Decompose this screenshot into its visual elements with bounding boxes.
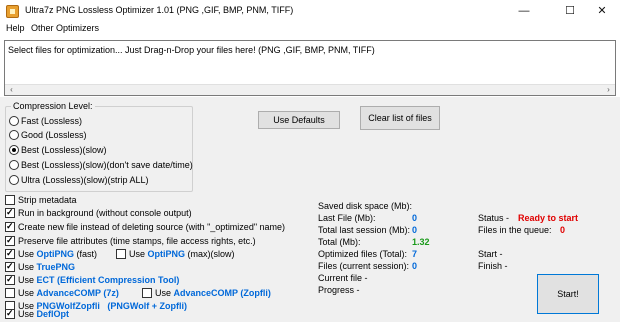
optimized-files-label: Optimized files (Total):: [318, 249, 408, 259]
tool-name: TruePNG: [36, 262, 76, 272]
clear-list-button[interactable]: Clear list of files: [360, 106, 440, 130]
ect-option[interactable]: Use ECT (Efficient Compression Tool): [5, 274, 179, 286]
radio-label: Best (Lossless)(slow)(don't save date/ti…: [21, 159, 193, 170]
checkbox-checked[interactable]: [5, 274, 15, 285]
status-label: Status -: [478, 213, 510, 223]
use-label: Use: [18, 275, 35, 285]
option-label: Strip metadata: [18, 195, 77, 205]
radio-label: Ultra (Lossless)(slow)(strip ALL): [21, 174, 149, 185]
start-button[interactable]: Start!: [537, 274, 599, 314]
optipng-max-option[interactable]: Use OptiPNG (max)(slow): [116, 248, 235, 260]
option-label: Run in background (without console outpu…: [18, 208, 192, 218]
tool-suffix: (fast): [76, 249, 98, 259]
radio-label: Fast (Lossless): [21, 115, 83, 126]
menu-other-optimizers[interactable]: Other Optimizers: [31, 23, 99, 33]
deflopt-option[interactable]: Use DeflOpt: [5, 308, 69, 320]
radio-fast[interactable]: Fast (Lossless): [9, 114, 82, 127]
last-file-value: 0: [412, 213, 418, 223]
use-label: Use: [129, 249, 146, 259]
checkbox-checked[interactable]: [5, 248, 15, 259]
use-label: Use: [18, 262, 35, 272]
strip-metadata-option[interactable]: Strip metadata: [5, 194, 77, 206]
window-title: Ultra7z PNG Lossless Optimizer 1.01 (PNG…: [25, 5, 294, 15]
scroll-right-icon[interactable]: ›: [603, 85, 614, 95]
checkbox[interactable]: [5, 288, 15, 298]
run-background-option[interactable]: Run in background (without console outpu…: [5, 207, 192, 219]
truepng-option[interactable]: Use TruePNG: [5, 261, 75, 273]
total-label: Total (Mb):: [318, 237, 361, 247]
total-value: 1.32: [412, 237, 430, 247]
radio-button[interactable]: [9, 129, 19, 140]
menu-bar: Help Other Optimizers: [0, 22, 620, 37]
drop-instructions: Select files for optimization... Just Dr…: [8, 45, 375, 55]
optimized-files-value: 7: [412, 249, 418, 259]
saved-space-label: Saved disk space (Mb):: [318, 201, 413, 211]
tool-name: AdvanceCOMP (7z): [36, 288, 119, 298]
use-label: Use: [18, 309, 35, 319]
radio-good[interactable]: Good (Lossless): [9, 128, 87, 141]
tool-name: OptiPNG: [147, 249, 186, 259]
radio-button[interactable]: [9, 174, 19, 185]
close-button[interactable]: ✕: [584, 0, 620, 22]
current-file-label: Current file -: [318, 273, 368, 283]
tool-name: OptiPNG: [36, 249, 75, 259]
radio-best-no-date[interactable]: Best (Lossless)(slow)(don't save date/ti…: [9, 158, 193, 171]
compression-level-title: Compression Level:: [11, 101, 95, 111]
radio-button[interactable]: [9, 159, 19, 170]
preserve-attributes-option[interactable]: Preserve file attributes (time stamps, f…: [5, 235, 256, 247]
compression-level-group: Compression Level: Fast (Lossless) Good …: [5, 101, 193, 192]
title-bar: Ultra7z PNG Lossless Optimizer 1.01 (PNG…: [0, 0, 620, 22]
checkbox[interactable]: [116, 249, 126, 259]
use-defaults-button[interactable]: Use Defaults: [258, 111, 340, 129]
tool-name: DeflOpt: [36, 309, 70, 319]
option-label: Create new file instead of deleting sour…: [18, 222, 286, 232]
app-icon: [6, 5, 19, 18]
total-session-value: 0: [412, 225, 418, 235]
minimize-button[interactable]: —: [506, 0, 542, 22]
option-label: Preserve file attributes (time stamps, f…: [18, 236, 256, 246]
horizontal-scrollbar[interactable]: ‹ ›: [5, 84, 615, 95]
use-label: Use: [155, 288, 172, 298]
radio-label: Good (Lossless): [21, 129, 87, 140]
create-new-file-option[interactable]: Create new file instead of deleting sour…: [5, 221, 285, 233]
radio-label: Best (Lossless)(slow): [21, 144, 107, 155]
checkbox[interactable]: [5, 195, 15, 205]
last-file-label: Last File (Mb):: [318, 213, 376, 223]
radio-button-selected[interactable]: [9, 144, 19, 155]
total-session-label: Total last session (Mb):: [318, 225, 411, 235]
radio-best[interactable]: Best (Lossless)(slow): [9, 143, 107, 156]
finish-time-label: Finish -: [478, 261, 508, 271]
radio-button[interactable]: [9, 115, 19, 126]
checkbox-checked[interactable]: [5, 221, 15, 232]
optipng-fast-option[interactable]: Use OptiPNG (fast): [5, 248, 97, 260]
checkbox-checked[interactable]: [5, 308, 15, 319]
files-session-label: Files (current session):: [318, 261, 410, 271]
file-drop-zone[interactable]: Select files for optimization... Just Dr…: [4, 40, 616, 96]
checkbox[interactable]: [142, 288, 152, 298]
checkbox-checked[interactable]: [5, 235, 15, 246]
checkbox-checked[interactable]: [5, 261, 15, 272]
progress-label: Progress -: [318, 285, 360, 295]
files-session-value: 0: [412, 261, 418, 271]
use-label: Use: [18, 288, 35, 298]
radio-ultra[interactable]: Ultra (Lossless)(slow)(strip ALL): [9, 173, 149, 186]
start-time-label: Start -: [478, 249, 503, 259]
menu-help[interactable]: Help: [6, 23, 25, 33]
options-panel: Compression Level: Fast (Lossless) Good …: [0, 97, 620, 322]
tool-suffix: (PNGWolf + Zopfli): [107, 301, 187, 311]
scroll-left-icon[interactable]: ‹: [6, 85, 17, 95]
tool-name: ECT (Efficient Compression Tool): [36, 275, 180, 285]
checkbox-checked[interactable]: [5, 207, 15, 218]
advancecomp-7z-option[interactable]: Use AdvanceCOMP (7z): [5, 287, 119, 299]
queue-label: Files in the queue:: [478, 225, 552, 235]
use-label: Use: [18, 249, 35, 259]
advancecomp-zopfli-option[interactable]: Use AdvanceCOMP (Zopfli): [142, 287, 271, 299]
maximize-button[interactable]: ☐: [552, 0, 588, 22]
queue-value: 0: [560, 225, 566, 235]
tool-name: AdvanceCOMP (Zopfli): [173, 288, 271, 298]
status-value: Ready to start: [518, 213, 579, 223]
tool-suffix: (max)(slow): [187, 249, 235, 259]
